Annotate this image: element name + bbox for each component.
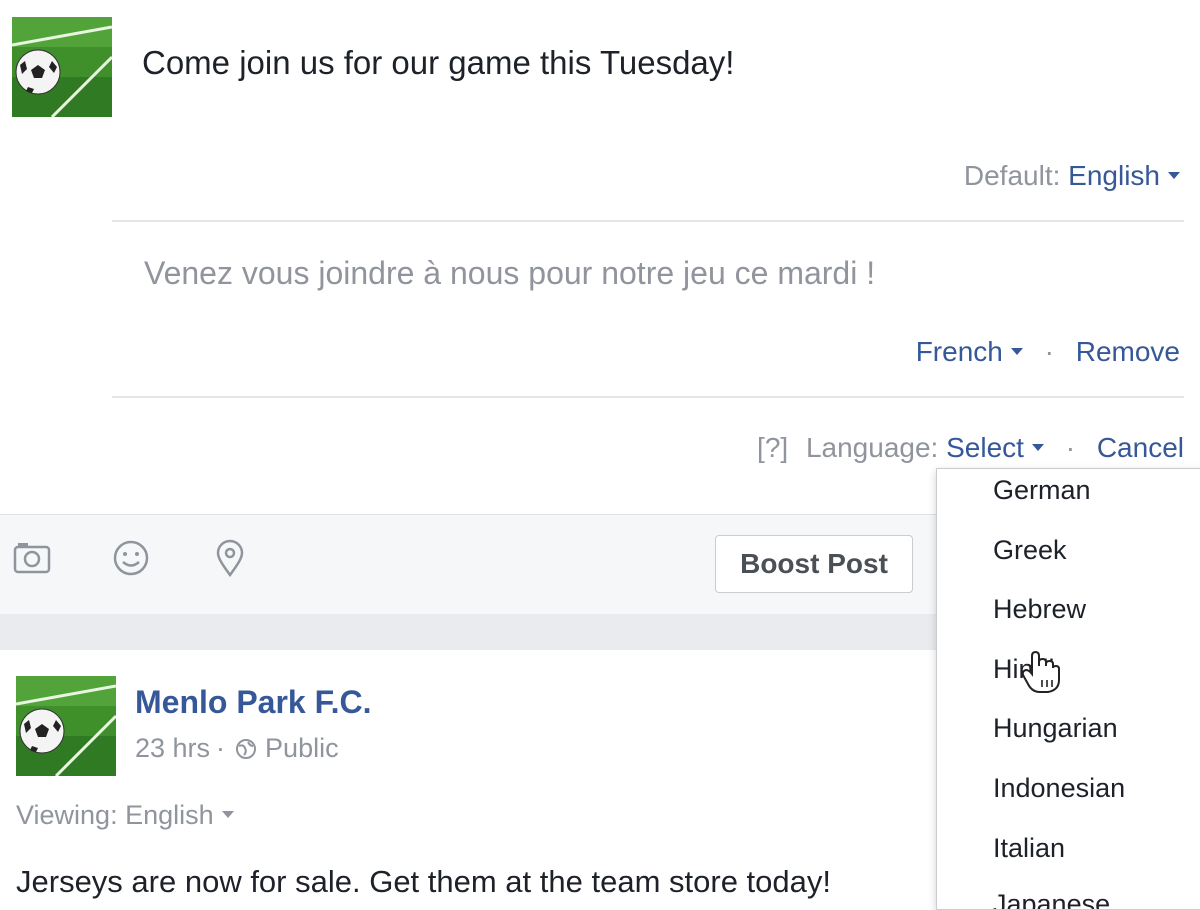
translation-language-row: French · Remove: [916, 336, 1180, 368]
page-avatar: [12, 17, 112, 117]
language-option[interactable]: Italian: [993, 833, 1065, 864]
language-label: Language:: [805, 432, 939, 463]
remove-translation-link[interactable]: Remove: [1076, 336, 1180, 367]
globe-icon: [236, 738, 257, 759]
default-label: Default:: [963, 160, 1061, 191]
camera-icon[interactable]: [12, 538, 52, 578]
viewing-language-row: Viewing: English: [16, 800, 234, 831]
chevron-down-icon: [1010, 348, 1023, 356]
chevron-down-icon: [1031, 444, 1044, 452]
smiley-icon[interactable]: [111, 538, 151, 578]
chevron-down-icon: [1168, 172, 1180, 180]
soccer-ball-on-grass-image: [12, 17, 112, 117]
language-select-value: Select: [946, 432, 1024, 463]
language-option[interactable]: Hungarian: [993, 713, 1118, 744]
cancel-link[interactable]: Cancel: [1097, 432, 1184, 463]
translation-language-value: French: [915, 336, 1003, 367]
audience-label[interactable]: Public: [265, 733, 339, 764]
viewing-language-value: English: [125, 800, 214, 830]
language-dropdown-menu[interactable]: German Greek Hebrew Hindi Hungarian Indo…: [936, 468, 1200, 910]
viewing-label: Viewing:: [16, 800, 118, 830]
language-select-dropdown[interactable]: Select: [946, 432, 1044, 463]
translation-language-selector[interactable]: French: [916, 336, 1023, 367]
add-language-row: [?] Language: Select · Cancel: [757, 432, 1184, 464]
viewing-language-selector[interactable]: English: [125, 800, 234, 830]
separator-dot: ·: [216, 733, 226, 763]
post-body-text: Jerseys are now for sale. Get them at th…: [16, 864, 831, 899]
composer-text[interactable]: Come join us for our game this Tuesday!: [142, 44, 734, 82]
post-timestamp[interactable]: 23 hrs: [135, 733, 210, 764]
separator-dot: ·: [1044, 336, 1054, 367]
hand-cursor-icon: [1021, 650, 1060, 693]
chevron-down-icon: [221, 811, 234, 819]
language-option[interactable]: Hebrew: [993, 594, 1086, 625]
language-option[interactable]: German: [993, 475, 1091, 506]
boost-post-button[interactable]: Boost Post: [715, 535, 913, 593]
separator-dot: ·: [1065, 432, 1076, 463]
help-link[interactable]: [?]: [757, 432, 788, 463]
default-language-row: Default: English: [964, 160, 1180, 192]
post-meta: 23 hrs · Public: [135, 733, 339, 764]
divider: [112, 396, 1184, 398]
page-name-link[interactable]: Menlo Park F.C.: [135, 684, 372, 721]
translation-text[interactable]: Venez vous joindre à nous pour notre jeu…: [144, 255, 875, 292]
language-option[interactable]: Greek: [993, 535, 1067, 566]
divider: [112, 220, 1184, 222]
language-option[interactable]: Indonesian: [993, 773, 1125, 804]
post-page-avatar[interactable]: [16, 676, 116, 776]
default-language-selector[interactable]: English: [1068, 160, 1180, 191]
soccer-ball-on-grass-image: [16, 676, 116, 776]
default-language-value: English: [1068, 160, 1160, 191]
location-pin-icon[interactable]: [210, 538, 250, 578]
